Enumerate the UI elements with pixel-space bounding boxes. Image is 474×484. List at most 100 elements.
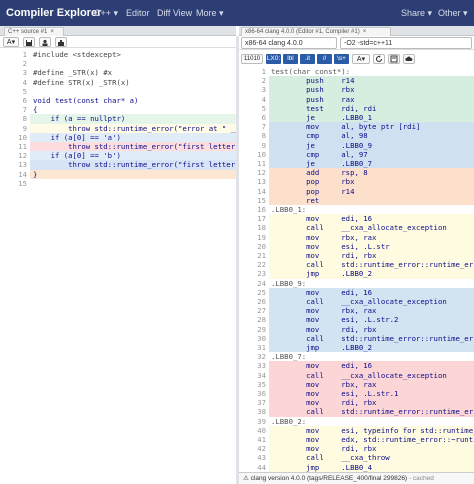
asm-line: 6 je .LBB0_1 (239, 113, 474, 123)
asm-line-text: mov al, byte ptr [rdi] (271, 122, 421, 132)
asm-line-number: 6 (239, 113, 269, 123)
asm-line-number: 35 (239, 379, 269, 389)
asm-line-text: pop rbx (271, 177, 355, 187)
asm-line: 29 mov rdi, rbx (239, 324, 474, 334)
filters-bar: 11010 LX0: lbl .it // \s+ A▾ (239, 52, 474, 66)
asm-line-number: 29 (239, 324, 269, 334)
asm-line-text: test rdi, rdi (271, 103, 377, 113)
asm-line-text: cmp al, 97 (271, 149, 368, 159)
add-tool-icon[interactable] (55, 37, 67, 47)
asm-line-text: mov edi, 16 (271, 214, 373, 224)
status-bar: ⚠ clang version 4.0.0 (tags/RELEASE_400/… (239, 472, 474, 484)
cloud-icon[interactable] (403, 54, 415, 64)
nav-more-menu[interactable]: More ▾ (196, 8, 224, 19)
source-tabstrip: C++ source #1 × (0, 26, 236, 36)
asm-line-text: .LBB0_1: (271, 205, 307, 214)
filter-comments-button[interactable]: // (317, 54, 332, 64)
asm-line-text: call __cxa_throw (271, 453, 390, 463)
compiler-options-input[interactable]: -O2 -std=c++11 (340, 37, 472, 49)
source-line: 6 void test(const char* a) (0, 96, 236, 105)
nav-other-menu[interactable]: Other ▾ (438, 8, 468, 19)
asm-line: 12 add rsp, 8 (239, 168, 474, 178)
asm-line-number: 4 (239, 94, 269, 104)
asm-line: 22 call std::runtime_error::runtime_erro… (239, 260, 474, 270)
source-editor[interactable]: 1 #include <stdexcept> 2 3 #define _STR(x) #… (0, 50, 236, 484)
asm-line-text: mov rdi, rbx (271, 251, 377, 260)
asm-font-size-button[interactable]: A▾ (352, 54, 370, 64)
font-size-button[interactable]: A▾ (3, 37, 19, 47)
asm-line: 7 mov al, byte ptr [rdi] (239, 122, 474, 132)
compiler-version-text: clang version 4.0.0 (tags/RELEASE_400/fi… (250, 475, 408, 482)
asm-tab[interactable]: x86-64 clang 4.0.0 (Editor #1, Compiler … (241, 27, 391, 36)
asm-tab-label: x86-64 clang 4.0.0 (Editor #1, Compiler … (245, 29, 360, 35)
asm-line-number: 44 (239, 462, 269, 472)
source-line-number: 1 (22, 50, 27, 59)
source-line: 5 (0, 87, 236, 96)
asm-line: 4 push rax (239, 94, 474, 104)
asm-line: 30 call std::runtime_error::runtime_erro… (239, 333, 474, 343)
asm-line-text: mov rdi, rbx (271, 324, 377, 334)
source-line-text: throw std::runtime_error("first letter i… (68, 142, 236, 151)
asm-line-number: 42 (239, 444, 269, 454)
app-logo[interactable]: Compiler Explorer (0, 7, 101, 19)
asm-line-text: mov edx, std::runtime_error::~runtime_er… (306, 435, 474, 444)
asm-line-text: mov esi, .L.str.1 (271, 389, 399, 398)
asm-line-number: 9 (239, 140, 269, 150)
filter-labels-button[interactable]: LX0: (266, 54, 281, 64)
asm-line: 44 jmp .LBB0_4 (239, 462, 474, 472)
save-icon[interactable] (23, 37, 35, 47)
filter-unused-labels-button[interactable]: lbl (283, 54, 298, 64)
warning-icon: ⚠ (243, 475, 249, 482)
refresh-icon[interactable] (373, 54, 385, 64)
nav-share-menu[interactable]: Share ▾ (401, 8, 432, 19)
nav-editor[interactable]: Editor (126, 8, 150, 18)
source-line-text: #define _STR(x) #x (33, 68, 113, 78)
asm-line: 10 cmp al, 97 (239, 149, 474, 159)
asm-line: 42 mov rdi, rbx (239, 444, 474, 454)
source-line-number: 8 (0, 114, 30, 124)
source-tab-label: C++ source #1 (8, 29, 48, 35)
asm-line-number: 18 (239, 223, 269, 233)
asm-line-number: 38 (239, 407, 269, 417)
output-icon[interactable] (388, 54, 400, 64)
source-line-text: } (33, 169, 38, 179)
filter-whitespace-button[interactable]: \s+ (334, 54, 349, 64)
source-line: 1 #include <stdexcept> (0, 50, 236, 59)
nav-language-menu[interactable]: C++ ▾ (94, 8, 118, 19)
asm-line: 27 mov rbx, rax (239, 306, 474, 316)
close-icon[interactable]: × (50, 29, 54, 35)
asm-line-number: 3 (239, 85, 269, 95)
source-line-text: #include <stdexcept> (33, 50, 121, 59)
asm-line-number: 43 (239, 453, 269, 463)
asm-line-number: 30 (239, 333, 269, 343)
close-icon[interactable]: × (363, 29, 367, 35)
asm-line: 14 pop r14 (239, 186, 474, 196)
filter-directives-button[interactable]: .it (300, 54, 315, 64)
asm-output[interactable]: 1 test(char const*): # @test2 push r143 p… (239, 67, 474, 472)
asm-line-text: je .LBB0_7 (271, 159, 373, 168)
asm-line-text: mov rdi, rbx (271, 444, 377, 454)
source-line-number: 7 (22, 105, 27, 115)
asm-line: 1 test(char const*): # @test (239, 67, 474, 76)
asm-line-text: jmp .LBB0_2 (271, 269, 373, 279)
asm-line: 41 mov edx, std::runtime_error::~runtime… (239, 435, 474, 445)
asm-line: 25 mov edi, 16 (239, 287, 474, 297)
nav-diff-view[interactable]: Diff View (157, 8, 192, 18)
source-line-number: 11 (0, 142, 30, 152)
asm-line-text: mov esi, .L.str (271, 241, 390, 251)
asm-line: 39 .LBB0_2: (239, 417, 474, 426)
asm-line-number: 12 (239, 168, 269, 178)
asm-line-text: call std::runtime_error::runtime_error(c… (306, 333, 474, 343)
compiler-select[interactable]: x86-64 clang 4.0.0 (241, 37, 337, 49)
compiler-name: x86-64 clang 4.0.0 (245, 40, 303, 47)
asm-line-text: .LBB0_9: (271, 278, 307, 288)
asm-line-number: 21 (239, 251, 269, 261)
asm-line: 17 mov edi, 16 (239, 214, 474, 224)
asm-line: 2 push r14 (239, 76, 474, 86)
asm-line: 19 mov rbx, rax (239, 232, 474, 242)
source-line-text: void test(const char* a) (33, 96, 139, 105)
add-compiler-icon[interactable] (39, 37, 51, 47)
binary-filter-button[interactable]: 11010 (241, 54, 263, 64)
source-tab[interactable]: C++ source #1 × (4, 27, 64, 36)
asm-line: 20 mov esi, .L.str (239, 241, 474, 251)
